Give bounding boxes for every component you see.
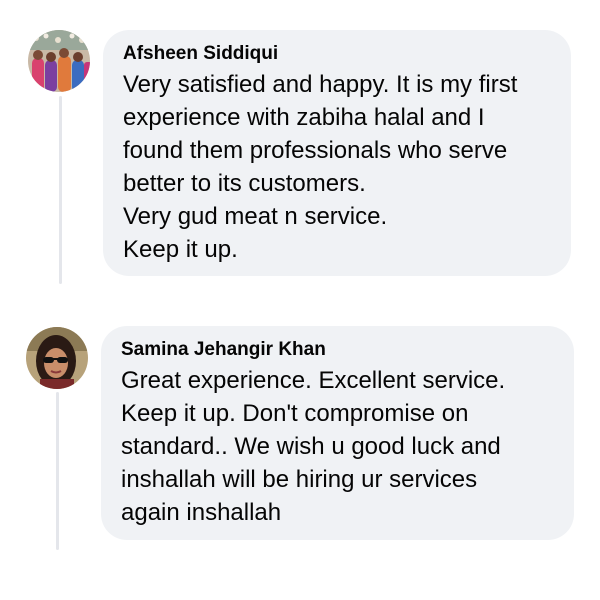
- comment-text-line: inshallah will be hiring ur services: [121, 466, 478, 493]
- comment-text-line: Very satisfied and happy. It is my first: [123, 71, 518, 98]
- comment-text-line: Very gud meat n service.: [123, 203, 388, 230]
- comment-bubble: Samina Jehangir Khan Great experience. E…: [101, 326, 574, 540]
- comment-text-line: Great experience. Excellent service.: [121, 367, 506, 394]
- comment-text-line: experience with zabiha halal and I: [123, 104, 485, 131]
- comment-text-line: Keep it up. Don't compromise on: [121, 400, 469, 427]
- comment-text-line: again inshallah: [121, 499, 282, 526]
- comment-author[interactable]: Afsheen Siddiqui: [123, 42, 551, 66]
- comment-text-line: standard.. We wish u good luck and: [121, 433, 501, 460]
- thread-line: [56, 392, 59, 550]
- comment-text-line: found them professionals who serve: [123, 137, 508, 164]
- comment-bubble: Afsheen Siddiqui Very satisfied and happ…: [103, 30, 571, 276]
- comment-text-line: better to its customers.: [123, 170, 366, 197]
- avatar-woman-sunglasses-icon: [26, 327, 88, 389]
- comment-text-line: Keep it up.: [123, 236, 238, 263]
- avatar-group-photo-icon: [28, 30, 90, 92]
- thread-line: [59, 96, 62, 284]
- avatar[interactable]: [26, 327, 88, 389]
- avatar[interactable]: [28, 30, 90, 92]
- comment-author[interactable]: Samina Jehangir Khan: [121, 338, 554, 362]
